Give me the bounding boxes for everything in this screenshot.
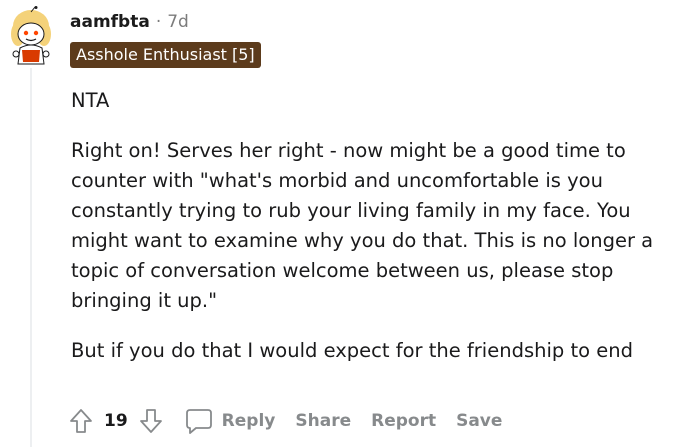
comment-header: aamfbta · 7d <box>70 10 189 34</box>
reply-label: Reply <box>221 411 276 431</box>
downvote-arrow-icon <box>139 409 162 433</box>
save-button[interactable]: Save <box>456 411 502 431</box>
speech-bubble-icon <box>185 409 212 434</box>
username-link[interactable]: aamfbta <box>70 12 150 32</box>
upvote-button[interactable] <box>66 406 96 436</box>
comment-page: aamfbta · 7d Asshole Enthusiast [5] NTA … <box>0 0 700 447</box>
user-flair: Asshole Enthusiast [5] <box>70 42 261 68</box>
thread-line[interactable] <box>30 68 32 447</box>
comment-actions: 19 Reply Share Report Save <box>66 404 502 438</box>
comment-paragraph: NTA <box>71 89 110 112</box>
report-button[interactable]: Report <box>371 411 436 431</box>
comment-age[interactable]: 7d <box>167 12 189 32</box>
reply-button[interactable]: Reply <box>184 407 276 435</box>
comment-paragraph: But if you do that I would expect for th… <box>71 339 633 362</box>
comment-body: NTA Right on! Serves her right - now mig… <box>71 86 681 386</box>
avatar[interactable] <box>6 6 56 66</box>
comment-paragraph: Right on! Serves her right - now might b… <box>71 139 654 312</box>
vote-score: 19 <box>104 411 128 431</box>
downvote-button[interactable] <box>136 406 166 436</box>
snoo-avatar-icon <box>11 6 51 65</box>
upvote-arrow-icon <box>70 409 92 433</box>
share-button[interactable]: Share <box>295 411 351 431</box>
meta-separator: · <box>155 12 162 32</box>
